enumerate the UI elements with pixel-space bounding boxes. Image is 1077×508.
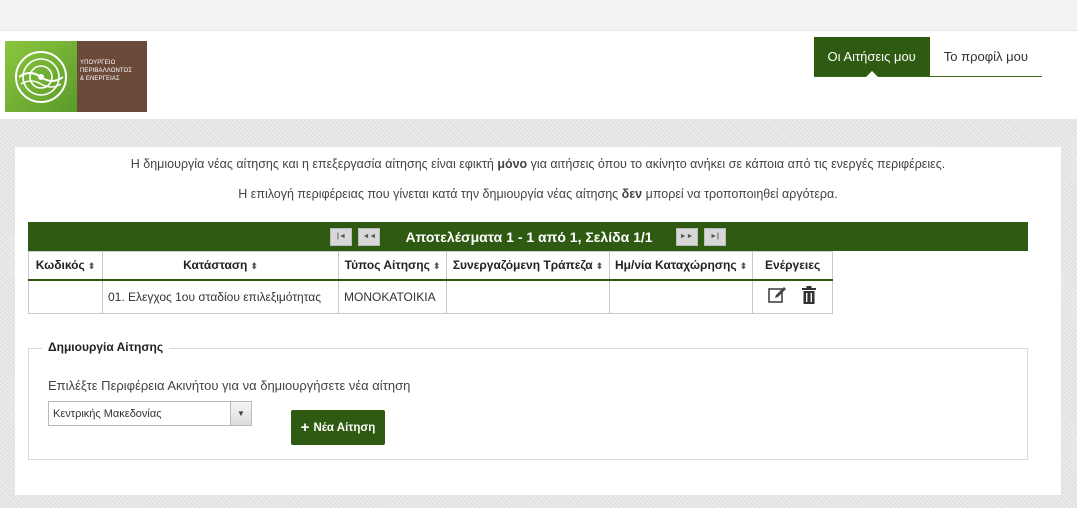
top-bar [0, 0, 1077, 31]
col-label: Τύπος Αίτησης [344, 258, 430, 273]
logo-text: ΥΠΟΥΡΓΕΙΟ ΠΕΡΙΒΑΛΛΟΝΤΟΣ & ΕΝΕΡΓΕΙΑΣ [77, 41, 147, 112]
info-text: Η δημιουργία νέας αίτησης και η επεξεργα… [130, 157, 498, 171]
pagination-bar: |◄ ◄◄ Αποτελέσματα 1 - 1 από 1, Σελίδα 1… [28, 222, 1028, 251]
region-select[interactable]: Κεντρικής Μακεδονίας ▼ [48, 401, 252, 426]
main-panel: Η δημιουργία νέας αίτησης και η επεξεργα… [15, 147, 1061, 495]
col-header-type[interactable]: Τύπος Αίτησης ⬍ [338, 251, 447, 281]
cell-type: ΜΟΝΟΚΑΤΟΙΚΙΑ [338, 279, 447, 314]
applications-table: Κωδικός ⬍ Κατάσταση ⬍ Τύπος Αίτησης ⬍ Συνερ… [28, 251, 834, 314]
sort-icon: ⬍ [432, 261, 441, 272]
info-text: για αιτήσεις όπου το ακίνητο ανήκει σε κ… [527, 157, 946, 171]
logo-line: ΥΠΟΥΡΓΕΙΟ [80, 60, 116, 66]
region-prompt: Επιλέξτε Περιφέρεια Ακινήτου για να δημι… [48, 378, 411, 393]
col-header-actions: Ενέργειες [752, 251, 834, 281]
first-page-button[interactable]: |◄ [330, 227, 353, 246]
plus-icon: + [300, 419, 310, 436]
tab-my-applications[interactable]: Οι Αιτήσεις μου [813, 37, 930, 77]
cell-date [608, 279, 754, 314]
col-label: Ημ/νία Καταχώρησης [615, 258, 737, 273]
info-text: μπορεί να τροποποιηθεί αργότερα. [642, 187, 838, 201]
col-header-status[interactable]: Κατάσταση ⬍ [102, 251, 339, 281]
region-select-value: Κεντρικής Μακεδονίας [53, 408, 162, 420]
cell-bank [446, 279, 610, 314]
sort-icon: ⬍ [250, 261, 258, 272]
new-application-button[interactable]: + Νέα Αίτηση [291, 410, 385, 445]
main-nav: Οι Αιτήσεις μου Το προφίλ μου [813, 37, 1042, 77]
tab-my-profile[interactable]: Το προφίλ μου [929, 37, 1042, 77]
results-summary: Αποτελέσματα 1 - 1 από 1, Σελίδα 1/1 [405, 228, 653, 245]
info-region-lock: Η επιλογή περιφέρειας που γίνεται κατά τ… [15, 187, 1061, 201]
prev-page-button[interactable]: ◄◄ [358, 227, 381, 246]
col-label: Κωδικός [35, 258, 85, 273]
info-text: Η επιλογή περιφέρειας που γίνεται κατά τ… [238, 187, 622, 201]
table-header-row: Κωδικός ⬍ Κατάσταση ⬍ Τύπος Αίτησης ⬍ Συνερ… [28, 251, 834, 281]
section-legend: Δημιουργία Αίτησης [42, 340, 170, 354]
edit-icon[interactable] [768, 286, 788, 307]
col-label: Κατάσταση [183, 258, 248, 273]
info-active-regions: Η δημιουργία νέας αίτησης και η επεξεργα… [15, 157, 1061, 171]
logo-line: ΠΕΡΙΒΑΛΛΟΝΤΟΣ [80, 68, 133, 74]
info-emphasis: μόνο [497, 157, 528, 171]
last-page-button[interactable]: ►| [703, 227, 726, 246]
cell-actions [752, 279, 834, 314]
col-header-date[interactable]: Ημ/νία Καταχώρησης ⬍ [608, 251, 754, 281]
ministry-logo[interactable]: ΥΠΟΥΡΓΕΙΟ ΠΕΡΙΒΑΛΛΟΝΤΟΣ & ΕΝΕΡΓΕΙΑΣ [5, 41, 147, 112]
sort-icon: ⬍ [739, 261, 748, 272]
col-label: Συνεργαζόμενη Τράπεζα [452, 258, 593, 273]
new-application-label: Νέα Αίτηση [313, 421, 376, 434]
logo-line: & ΕΝΕΡΓΕΙΑΣ [80, 76, 120, 82]
cell-code [28, 279, 103, 314]
sort-icon: ⬍ [595, 261, 604, 272]
info-emphasis: δεν [621, 187, 643, 201]
emblem-icon [5, 41, 77, 112]
col-header-code[interactable]: Κωδικός ⬍ [28, 251, 103, 281]
header: ΥΠΟΥΡΓΕΙΟ ΠΕΡΙΒΑΛΛΟΝΤΟΣ & ΕΝΕΡΓΕΙΑΣ Οι Α… [0, 31, 1077, 119]
next-page-button[interactable]: ►► [675, 227, 698, 246]
chevron-down-icon[interactable]: ▼ [230, 401, 252, 426]
create-application-section: Δημιουργία Αίτησης Επιλέξτε Περιφέρεια Α… [28, 340, 1028, 460]
trash-icon[interactable] [801, 285, 817, 308]
sort-icon: ⬍ [87, 261, 96, 272]
col-header-bank[interactable]: Συνεργαζόμενη Τράπεζα ⬍ [446, 251, 610, 281]
table-row[interactable]: 01. Ελεγχος 1ου σταδίου επιλεξιμότητας Μ… [28, 279, 834, 314]
cell-status: 01. Ελεγχος 1ου σταδίου επιλεξιμότητας [102, 279, 339, 314]
